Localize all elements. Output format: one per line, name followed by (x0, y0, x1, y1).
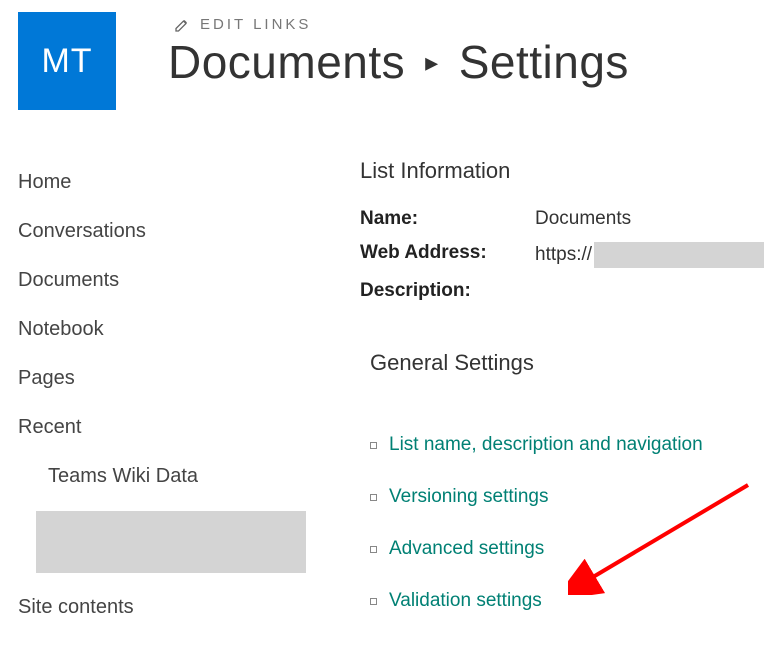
left-nav: Home Conversations Documents Notebook Pa… (0, 158, 330, 634)
breadcrumb-separator-icon: ▸ (423, 47, 441, 78)
breadcrumb-library[interactable]: Documents (168, 35, 405, 89)
nav-item-home[interactable]: Home (18, 158, 330, 207)
nav-item-pages[interactable]: Pages (18, 354, 330, 403)
nav-item-conversations[interactable]: Conversations (18, 207, 330, 256)
bullet-icon (370, 598, 377, 605)
bullet-icon (370, 494, 377, 501)
description-label: Description: (360, 280, 535, 302)
link-versioning-settings[interactable]: Versioning settings (389, 486, 549, 508)
name-label: Name: (360, 208, 535, 230)
web-address-label: Web Address: (360, 242, 535, 268)
bullet-icon (370, 546, 377, 553)
name-value: Documents (535, 208, 631, 230)
link-list-name-description-navigation[interactable]: List name, description and navigation (389, 434, 703, 456)
site-logo[interactable]: MT (18, 12, 116, 110)
nav-item-notebook[interactable]: Notebook (18, 305, 330, 354)
edit-links-label: EDIT LINKS (200, 16, 311, 33)
link-advanced-settings[interactable]: Advanced settings (389, 538, 544, 560)
web-address-value[interactable]: https:// (535, 242, 764, 268)
link-validation-settings[interactable]: Validation settings (389, 590, 542, 612)
breadcrumb-page: Settings (459, 35, 629, 89)
general-settings-heading: General Settings (360, 350, 784, 376)
pencil-icon (174, 17, 190, 33)
redacted-url (594, 242, 764, 268)
nav-item-documents[interactable]: Documents (18, 256, 330, 305)
nav-item-site-contents[interactable]: Site contents (18, 583, 330, 632)
nav-item-recent[interactable]: Recent (18, 403, 330, 452)
nav-item-recent-sub[interactable]: Teams Wiki Data (18, 452, 330, 501)
main-content: List Information Name: Documents Web Add… (330, 158, 784, 634)
edit-links-button[interactable]: EDIT LINKS (168, 16, 629, 33)
list-information-heading: List Information (360, 158, 784, 184)
bullet-icon (370, 442, 377, 449)
breadcrumb: Documents ▸ Settings (168, 35, 629, 89)
redacted-nav-item (36, 511, 306, 573)
